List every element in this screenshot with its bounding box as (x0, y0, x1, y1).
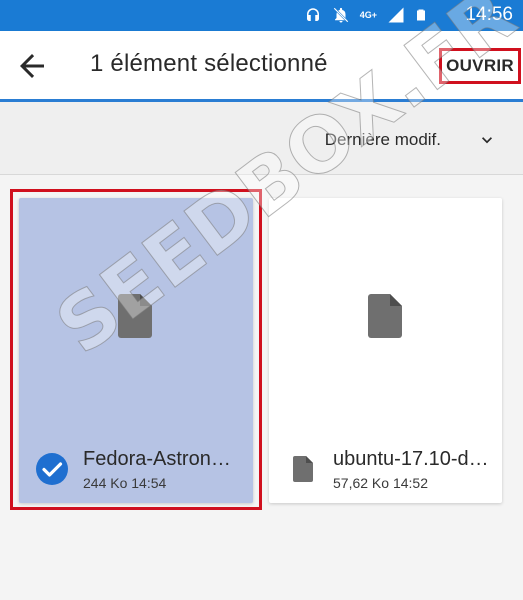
battery-icon (417, 9, 425, 21)
file-icon (118, 294, 152, 338)
chevron-down-icon[interactable] (477, 130, 497, 150)
file-icon (368, 294, 402, 338)
file-name: Fedora-Astrono… (83, 448, 241, 470)
sort-label[interactable]: Dernière modif. (325, 130, 441, 150)
file-card[interactable]: ubuntu-17.10-d… 57,62 Ko 14:52 (269, 198, 502, 503)
status-icons: 4G+ (304, 6, 427, 24)
file-size: 57,62 Ko (333, 475, 390, 491)
file-card-selected[interactable]: Fedora-Astrono… 244 Ko 14:54 (19, 198, 253, 503)
file-time: 14:52 (392, 475, 428, 491)
network-type: 4G+ (359, 9, 377, 20)
file-type-icon (293, 456, 313, 482)
file-size: 244 Ko (83, 475, 128, 491)
status-bar: 4G+ 14:56 (0, 0, 523, 31)
checkmark-icon[interactable] (35, 452, 69, 486)
headset-icon (306, 8, 319, 21)
page-title: 1 élément sélectionné (90, 50, 328, 77)
file-grid: Fedora-Astrono… 244 Ko 14:54 ubuntu-17.1… (0, 175, 523, 600)
file-meta: 244 Ko 14:54 (83, 475, 166, 491)
open-button[interactable]: OUVRIR (439, 48, 521, 84)
back-arrow-icon[interactable] (14, 48, 50, 84)
app-bar: 1 élément sélectionné OUVRIR (0, 31, 523, 102)
file-time: 14:54 (131, 475, 167, 491)
sort-bar: Dernière modif. (0, 102, 523, 175)
file-name: ubuntu-17.10-d… (333, 448, 489, 470)
signal-icon (388, 7, 404, 23)
status-clock: 14:56 (465, 4, 513, 25)
notifications-off-icon (333, 7, 349, 23)
file-meta: 57,62 Ko 14:52 (333, 475, 428, 491)
